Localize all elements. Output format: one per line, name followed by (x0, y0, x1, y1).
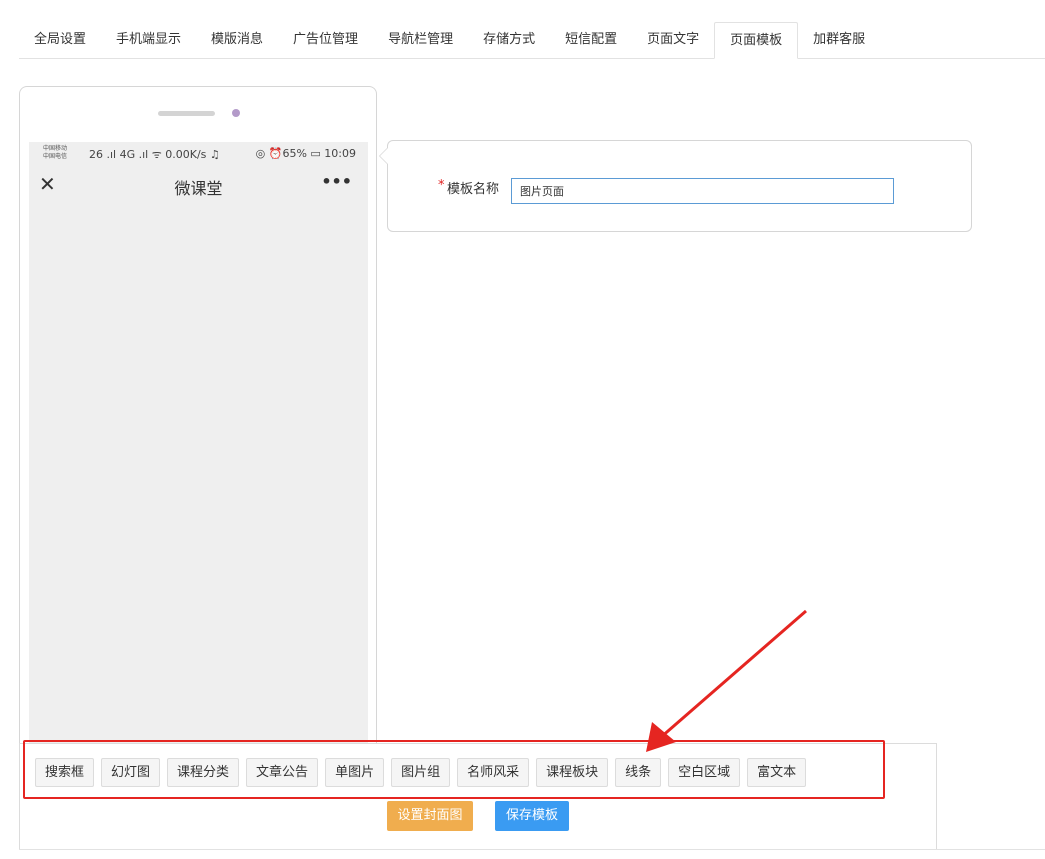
add-single-image-button[interactable]: 单图片 (325, 758, 385, 787)
add-line-button[interactable]: 线条 (615, 758, 662, 787)
add-course-block-button[interactable]: 课程板块 (536, 758, 609, 787)
template-name-input[interactable] (511, 178, 894, 204)
save-template-button[interactable]: 保存模板 (495, 801, 569, 831)
carrier-top: 中国移动 (43, 145, 68, 152)
tab-navbar-management[interactable]: 导航栏管理 (373, 22, 468, 58)
tab-page-template[interactable]: 页面模板 (714, 22, 799, 59)
add-search-box-button[interactable]: 搜索框 (35, 758, 95, 787)
tab-template-messages[interactable]: 模版消息 (196, 22, 278, 58)
phone-camera (232, 109, 240, 117)
status-left: 26 .ıl 4G .ıl ᯤ 0.00K/s ♫ (89, 148, 220, 161)
template-name-label: 模板名称 (447, 182, 500, 197)
set-cover-image-button[interactable]: 设置封面图 (387, 801, 473, 831)
tab-global-settings[interactable]: 全局设置 (19, 22, 101, 58)
status-right: ◎ ⏰65% ▭ 10:09 (255, 147, 356, 160)
phone-speaker (158, 111, 215, 116)
add-article-notice-button[interactable]: 文章公告 (246, 758, 319, 787)
add-rich-text-button[interactable]: 富文本 (747, 758, 807, 787)
phone-status-bar: 中国移动 中国电信 26 .ıl 4G .ıl ᯤ 0.00K/s ♫ ◎ ⏰6… (29, 142, 368, 166)
tab-group-service[interactable]: 加群客服 (798, 22, 880, 58)
phone-title-bar: ✕ 微课堂 ••• (29, 172, 368, 202)
add-teacher-showcase-button[interactable]: 名师风采 (457, 758, 530, 787)
arrow-shaft (659, 609, 807, 740)
required-mark: * (438, 178, 445, 193)
add-slideshow-button[interactable]: 幻灯图 (101, 758, 161, 787)
settings-tabs: 全局设置 手机端显示 模版消息 广告位管理 导航栏管理 存储方式 短信配置 页面… (19, 22, 1045, 59)
add-course-category-button[interactable]: 课程分类 (167, 758, 240, 787)
tab-ad-management[interactable]: 广告位管理 (278, 22, 373, 58)
component-buttons: 搜索框 幻灯图 课程分类 文章公告 单图片 图片组 名师风采 课程板块 线条 空… (35, 758, 807, 787)
tab-page-text[interactable]: 页面文字 (632, 22, 714, 58)
carrier-bottom: 中国电信 (43, 153, 68, 160)
phone-preview: 中国移动 中国电信 26 .ıl 4G .ıl ᯤ 0.00K/s ♫ ◎ ⏰6… (19, 86, 377, 787)
phone-page-title: 微课堂 (174, 179, 223, 198)
add-image-group-button[interactable]: 图片组 (391, 758, 451, 787)
more-icon[interactable]: ••• (321, 172, 352, 191)
template-form-card: * 模板名称 (379, 140, 972, 232)
carrier-text: 中国移动 中国电信 (43, 145, 67, 161)
tab-mobile-display[interactable]: 手机端显示 (101, 22, 196, 58)
add-blank-area-button[interactable]: 空白区域 (668, 758, 741, 787)
bottom-divider (19, 849, 1045, 850)
phone-screen: 中国移动 中国电信 26 .ıl 4G .ıl ᯤ 0.00K/s ♫ ◎ ⏰6… (29, 142, 368, 787)
tab-storage-method[interactable]: 存储方式 (468, 22, 550, 58)
tab-sms-config[interactable]: 短信配置 (550, 22, 632, 58)
